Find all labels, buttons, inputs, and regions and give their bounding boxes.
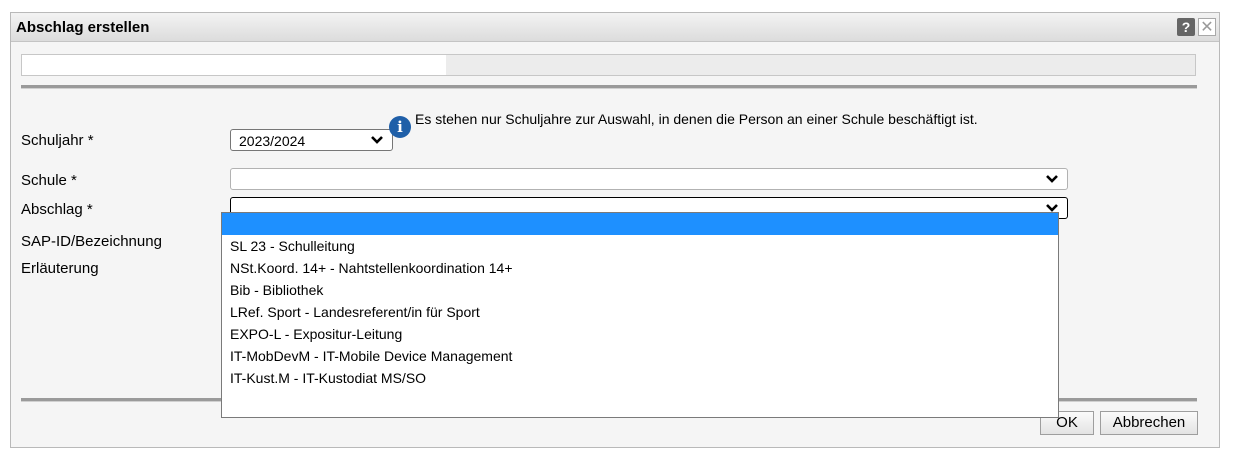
chevron-down-icon: [1046, 175, 1058, 183]
abschlag-label: Abschlag *: [21, 201, 93, 218]
chevron-down-icon: [371, 136, 383, 144]
close-icon[interactable]: ✕: [1198, 18, 1216, 36]
schuljahr-label: Schuljahr *: [21, 132, 94, 149]
erlaeuterung-label: Erläuterung: [21, 260, 99, 277]
message-bar: [21, 54, 1196, 76]
cancel-button[interactable]: Abbrechen: [1100, 411, 1198, 435]
dropdown-option[interactable]: [222, 213, 1058, 235]
sap-id-label: SAP-ID/Bezeichnung: [21, 233, 162, 250]
dropdown-option[interactable]: SL 23 - Schulleitung: [222, 235, 1058, 257]
dropdown-option[interactable]: LRef. Sport - Landesreferent/in für Spor…: [222, 301, 1058, 323]
dropdown-option[interactable]: EXPO-L - Expositur-Leitung: [222, 323, 1058, 345]
schule-select[interactable]: [230, 168, 1068, 190]
dropdown-option[interactable]: IT-Kust.M - IT-Kustodiat MS/SO: [222, 367, 1058, 389]
schuljahr-hint: Es stehen nur Schuljahre zur Auswahl, in…: [415, 111, 978, 127]
schuljahr-value: 2023/2024: [239, 133, 306, 149]
dropdown-option[interactable]: Bib - Bibliothek: [222, 279, 1058, 301]
message-bar-fill: [22, 55, 446, 75]
dialog-titlebar[interactable]: Abschlag erstellen ? ✕: [11, 13, 1219, 42]
dialog-title: Abschlag erstellen: [16, 19, 150, 36]
help-icon[interactable]: ?: [1177, 18, 1195, 36]
abschlag-dropdown-list[interactable]: SL 23 - Schulleitung NSt.Koord. 14+ - Na…: [221, 212, 1059, 418]
schuljahr-select[interactable]: 2023/2024: [230, 129, 393, 151]
dropdown-option[interactable]: IT-MobDevM - IT-Mobile Device Management: [222, 345, 1058, 367]
top-divider: [21, 85, 1197, 89]
info-icon: i: [389, 116, 411, 138]
schule-label: Schule *: [21, 172, 77, 189]
dropdown-option[interactable]: NSt.Koord. 14+ - Nahtstellenkoordination…: [222, 257, 1058, 279]
